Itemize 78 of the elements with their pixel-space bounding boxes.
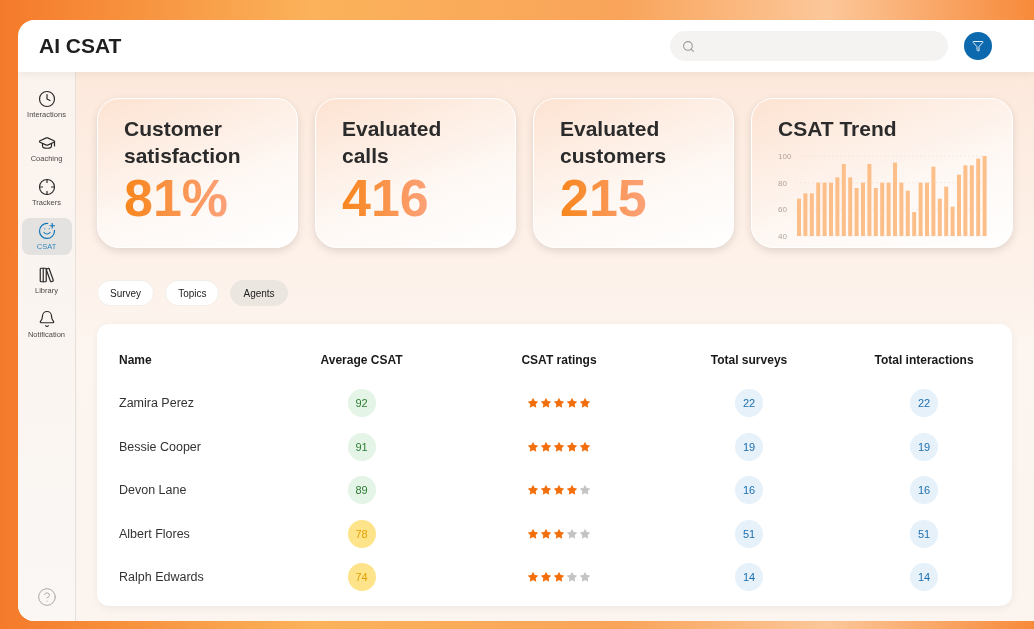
chart-bar: [925, 182, 929, 236]
star-icon: [527, 571, 539, 584]
chart-bar: [957, 174, 961, 236]
star-icon: [579, 397, 591, 410]
star-icon: [553, 440, 565, 453]
star-icon: [540, 397, 552, 410]
count-badge: 51: [910, 519, 938, 548]
column-header: Total interactions: [874, 352, 974, 367]
axis-tick-label: 80: [778, 178, 787, 188]
chart-bar: [797, 198, 801, 236]
filter-button[interactable]: [964, 32, 992, 60]
star-icon: [566, 397, 578, 410]
count-badge: 19: [735, 432, 763, 461]
chart-bar: [829, 182, 833, 236]
column-header: CSAT ratings: [521, 352, 597, 367]
search-icon: [682, 39, 695, 53]
clock-icon: [37, 90, 56, 108]
star-icon: [540, 571, 552, 584]
count-badge: 22: [735, 389, 763, 418]
bell-icon: [37, 310, 56, 328]
count-badge: 51: [735, 519, 763, 548]
star-icon: [527, 440, 539, 453]
star-icon: [579, 484, 591, 497]
score-badge: 78: [347, 519, 376, 548]
star-icon: [553, 484, 565, 497]
axis-tick-label: 100: [778, 152, 792, 161]
column-header: Total surveys: [710, 352, 788, 367]
agent-name: Ralph Edwards: [119, 570, 205, 585]
axis-tick-label: 40: [778, 232, 787, 239]
chart-bar: [861, 182, 865, 236]
library-icon: [37, 266, 56, 284]
agent-name: Devon Lane: [119, 483, 188, 498]
star-icon: [566, 484, 578, 497]
star-icon: [527, 527, 539, 540]
help-icon[interactable]: [36, 587, 57, 607]
stat-label: Customer satisfaction: [124, 116, 242, 169]
count-badge: 19: [910, 432, 938, 461]
star-icon: [579, 571, 591, 584]
axis-tick-label: 60: [778, 205, 787, 215]
star-icon: [553, 571, 565, 584]
search-field[interactable]: [670, 31, 948, 61]
star-icon: [553, 397, 565, 410]
star-icon: [579, 440, 591, 453]
tab[interactable]: Survey: [97, 280, 155, 306]
star-icon: [553, 527, 565, 540]
count-badge: 16: [735, 476, 763, 505]
smiley-icon: [37, 222, 56, 240]
star-icon: [540, 440, 552, 453]
count-badge: 16: [910, 476, 938, 505]
column-header: Name: [119, 352, 152, 367]
star-icon: [540, 527, 552, 540]
agent-name: Bessie Cooper: [119, 439, 202, 454]
star-icon: [579, 527, 591, 540]
star-icon: [527, 484, 539, 497]
graduation-cap-icon: [37, 134, 56, 152]
agent-name: Albert Flores: [119, 526, 191, 541]
agent-name: Zamira Perez: [119, 396, 196, 411]
score-badge: 89: [347, 476, 376, 505]
tab[interactable]: Topics: [165, 280, 220, 306]
count-badge: 22: [910, 389, 938, 418]
crosshair-icon: [37, 178, 56, 196]
star-icon: [566, 571, 578, 584]
star-icon: [527, 397, 539, 410]
filter-icon: [972, 40, 984, 52]
column-header: Average CSAT: [320, 352, 403, 367]
star-icon: [566, 440, 578, 453]
star-icon: [566, 527, 578, 540]
stat-label: Evaluated customers: [560, 116, 668, 169]
score-badge: 92: [347, 389, 376, 418]
app-title: AI CSAT: [39, 34, 123, 58]
count-badge: 14: [735, 563, 763, 592]
stat-label: Evaluated calls: [342, 116, 443, 169]
tab[interactable]: Agents: [230, 280, 288, 306]
trend-title: CSAT Trend: [778, 116, 898, 142]
star-icon: [540, 484, 552, 497]
score-badge: 91: [347, 432, 376, 461]
count-badge: 14: [910, 563, 938, 592]
score-badge: 74: [347, 563, 376, 592]
